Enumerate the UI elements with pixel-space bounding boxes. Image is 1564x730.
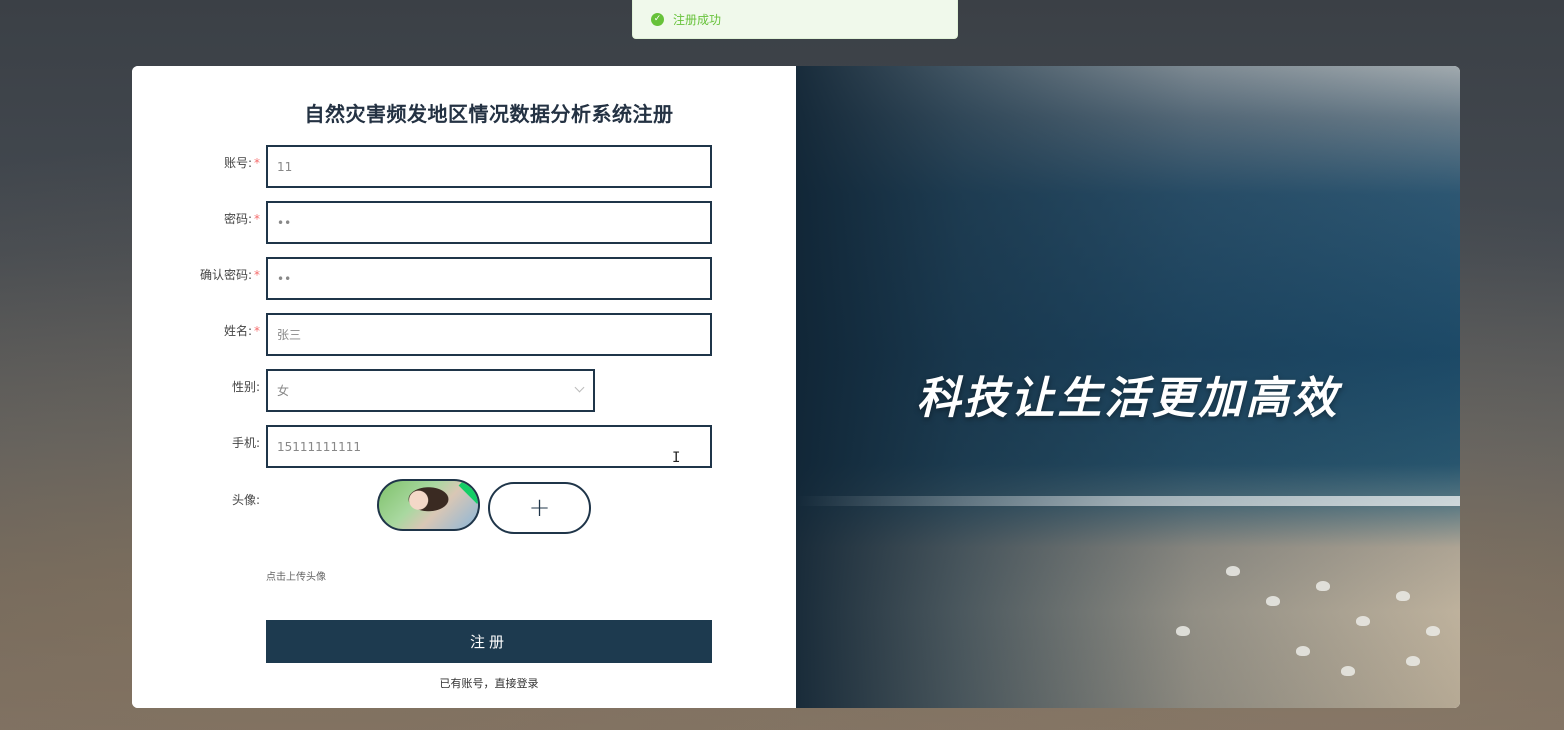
- beach-umbrella: [1426, 626, 1440, 636]
- beach-umbrella: [1316, 581, 1330, 591]
- wave-foam: [796, 496, 1460, 506]
- beach-banner: 科技让生活更加高效: [796, 66, 1460, 708]
- beach-umbrella: [1226, 566, 1240, 576]
- register-card: 自然灾害频发地区情况数据分析系统注册 账号: * 11 密码: * •• 确认密码:…: [132, 66, 1460, 708]
- beach-umbrella: [1356, 616, 1370, 626]
- beach-umbrella: [1176, 626, 1190, 636]
- login-link[interactable]: 已有账号，直接登录: [266, 675, 712, 691]
- avatar-preview[interactable]: ✓: [377, 479, 480, 531]
- beach-umbrella: [1266, 596, 1280, 606]
- check-circle-icon: ✓: [651, 12, 664, 26]
- gender-label: 性别:: [231, 380, 260, 394]
- beach-umbrella: [1341, 666, 1355, 676]
- text-cursor-icon: I: [672, 450, 681, 466]
- confirm-password-input[interactable]: ••: [266, 257, 712, 300]
- gender-select[interactable]: 女: [266, 369, 595, 412]
- name-input[interactable]: 张三: [266, 313, 712, 356]
- password-label: 密码: *: [223, 212, 260, 226]
- add-avatar-button[interactable]: +: [488, 482, 591, 534]
- beach-umbrella: [1396, 591, 1410, 601]
- gender-value: 女: [277, 384, 290, 398]
- chevron-down-icon: [574, 382, 585, 393]
- phone-input[interactable]: 15111111111: [266, 425, 712, 468]
- page-title: 自然灾害频发地区情况数据分析系统注册: [304, 102, 674, 126]
- phone-label: 手机:: [231, 436, 260, 450]
- confirm-password-label: 确认密码: *: [199, 268, 260, 282]
- check-icon: ✓: [458, 481, 478, 504]
- toast-message: 注册成功: [673, 12, 722, 27]
- beach-umbrella: [1296, 646, 1310, 656]
- success-toast: ✓ 注册成功: [632, 0, 958, 39]
- beach-umbrella: [1406, 656, 1420, 666]
- register-form: 自然灾害频发地区情况数据分析系统注册 账号: * 11 密码: * •• 确认密码:…: [132, 66, 796, 708]
- register-button[interactable]: 注册: [266, 620, 712, 663]
- name-label: 姓名: *: [223, 324, 260, 338]
- upload-hint: 点击上传头像: [266, 572, 326, 583]
- account-label: 账号: *: [223, 156, 260, 170]
- account-input[interactable]: 11: [266, 145, 712, 188]
- avatar-label: 头像:: [231, 493, 260, 507]
- password-input[interactable]: ••: [266, 201, 712, 244]
- banner-slogan: 科技让生活更加高效: [916, 373, 1340, 424]
